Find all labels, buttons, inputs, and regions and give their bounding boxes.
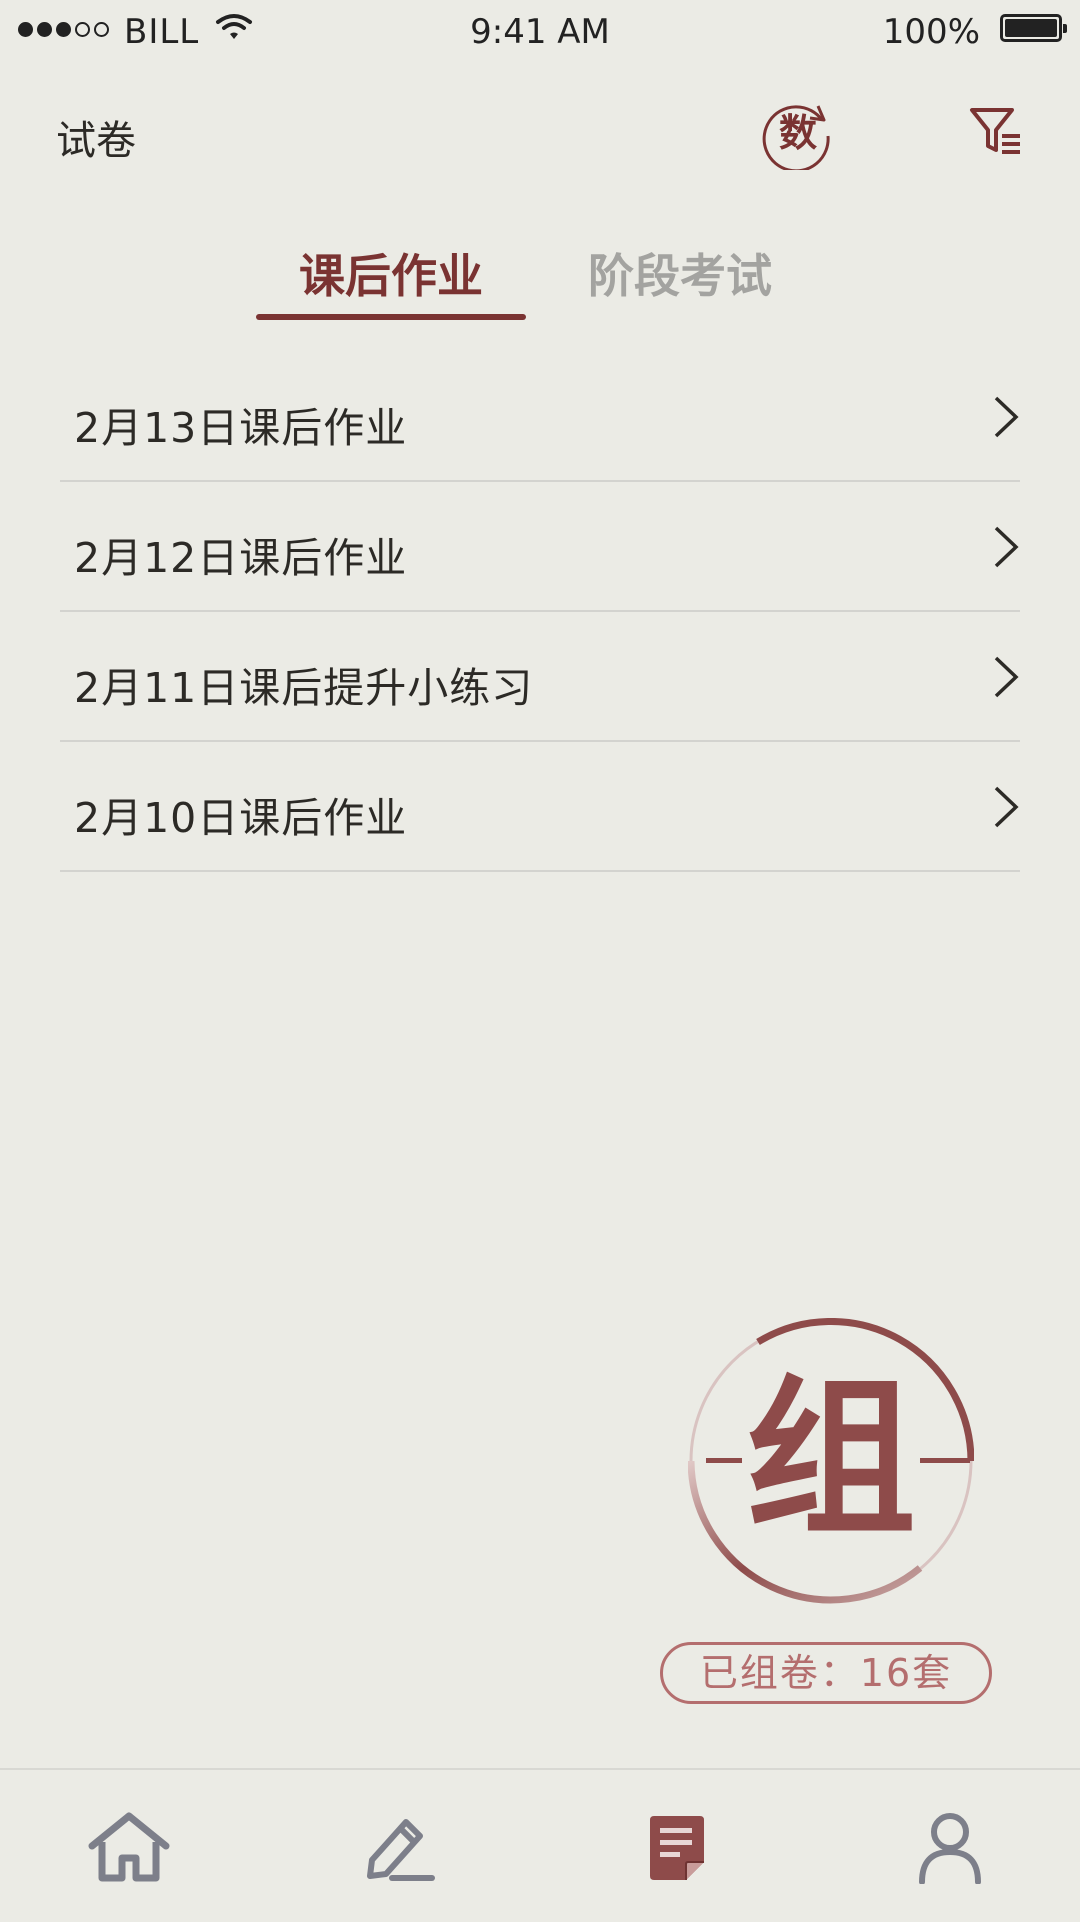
composed-count-badge: 已组卷：16套	[660, 1642, 992, 1704]
filter-button[interactable]	[968, 106, 1026, 158]
list-item[interactable]: 2月11日课后提升小练习	[60, 612, 1020, 742]
chevron-right-icon	[994, 396, 1019, 438]
page-title: 试卷	[56, 118, 136, 164]
nav-profile[interactable]	[916, 1812, 984, 1888]
compose-label: 组	[746, 1361, 916, 1559]
paper-title: 2月12日课后作业	[74, 534, 408, 582]
chevron-right-icon	[994, 526, 1019, 568]
active-tab-indicator	[256, 314, 526, 320]
chevron-right-icon	[994, 656, 1019, 698]
chevron-right-icon	[994, 786, 1019, 828]
list-item[interactable]: 2月10日课后作业	[60, 742, 1020, 872]
tab-stage-exam[interactable]: 阶段考试	[560, 240, 800, 306]
paper-list: 2月13日课后作业 2月12日课后作业 2月11日课后提升小练习 2月10日课后…	[60, 352, 1020, 872]
filter-icon	[970, 108, 1020, 154]
tab-homework[interactable]: 课后作业	[256, 240, 526, 306]
paper-title: 2月10日课后作业	[74, 794, 408, 842]
person-icon	[919, 1813, 981, 1885]
home-icon	[88, 1812, 170, 1882]
subject-badge-text: 数	[779, 111, 817, 155]
nav-papers[interactable]	[646, 1812, 708, 1888]
pencil-icon	[367, 1819, 435, 1881]
list-item[interactable]: 2月13日课后作业	[60, 352, 1020, 482]
bottom-nav	[0, 1768, 1080, 1922]
status-bar: BILL 9:41 AM 100%	[0, 0, 1080, 62]
compose-circle-icon: 组	[687, 1317, 975, 1604]
list-item[interactable]: 2月12日课后作业	[60, 482, 1020, 612]
document-icon	[650, 1816, 704, 1880]
paper-title: 2月11日课后提升小练习	[74, 664, 534, 712]
math-subject-icon: 数	[762, 105, 830, 173]
battery-icon	[1000, 14, 1067, 42]
battery-percentage: 100%	[882, 12, 980, 52]
compose-paper-button[interactable]: 组	[687, 1317, 975, 1604]
nav-home[interactable]	[86, 1812, 172, 1888]
subject-switch-button[interactable]: 数	[762, 96, 836, 173]
paper-title: 2月13日课后作业	[74, 404, 408, 452]
nav-edit[interactable]	[362, 1812, 436, 1888]
